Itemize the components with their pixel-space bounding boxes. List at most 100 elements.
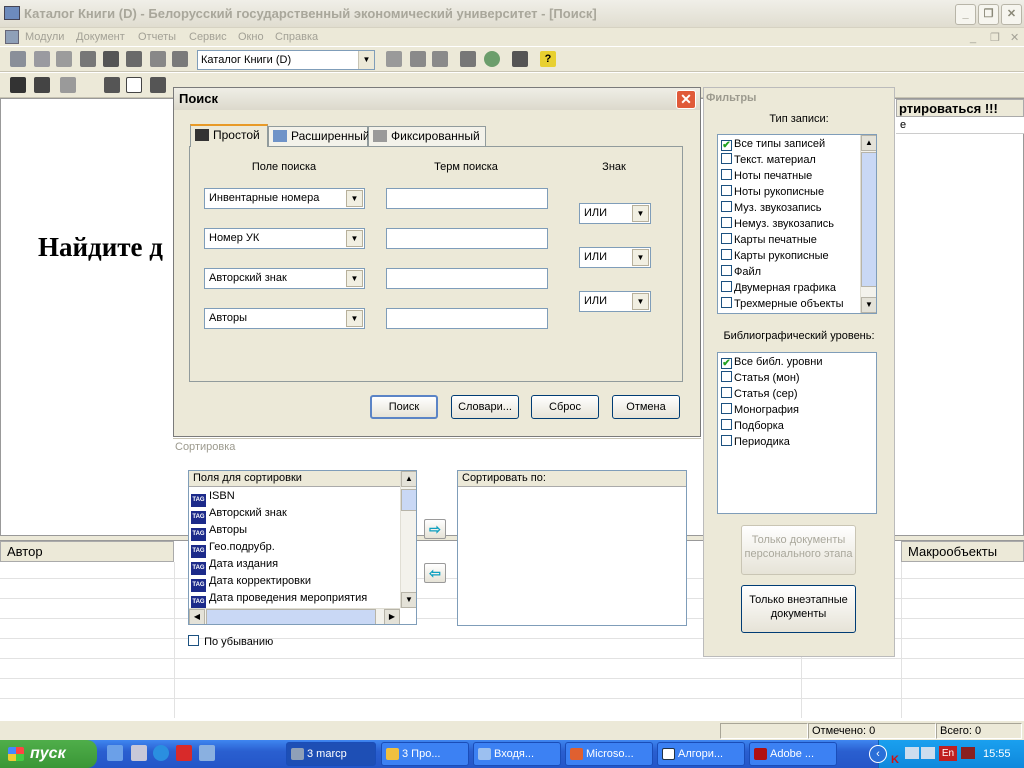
record-type-item[interactable]: Немуз. звукозапись (721, 216, 834, 232)
checkbox-checked[interactable]: ✔ (721, 140, 732, 151)
list-item[interactable]: TAG Дата проведения мероприятия (191, 590, 367, 609)
restore-button[interactable]: ❐ (978, 4, 999, 25)
record-type-item[interactable]: Файл (721, 264, 761, 280)
pen-icon[interactable] (386, 51, 402, 67)
record-type-item[interactable]: Карты рукописные (721, 248, 829, 264)
scroll-thumb[interactable] (401, 489, 416, 511)
search-field-combo-1[interactable]: Инвентарные номера ▼ (204, 188, 365, 209)
biblio-level-item[interactable]: Статья (мон) (721, 370, 800, 386)
tray-expand-icon[interactable]: ‹ (869, 745, 887, 763)
help-icon[interactable]: ? (540, 51, 556, 67)
column-author[interactable]: Автор (0, 541, 174, 562)
chevron-down-icon[interactable]: ▼ (346, 190, 363, 207)
checkbox-unchecked[interactable] (188, 635, 199, 646)
task-microsoft[interactable]: Microso... (565, 742, 653, 766)
close-window-button[interactable]: ✕ (1001, 4, 1022, 25)
network-icon[interactable] (905, 747, 919, 759)
checkbox-unchecked[interactable] (721, 153, 732, 164)
horizontal-scrollbar[interactable]: ◀ ▶ (189, 608, 400, 624)
forward-arrow-icon[interactable] (150, 77, 166, 93)
checkbox-unchecked[interactable] (721, 217, 732, 228)
chevron-down-icon[interactable]: ▼ (346, 310, 363, 327)
mdi-minimize-button[interactable]: _ (970, 29, 976, 47)
quicklaunch-icon[interactable] (199, 745, 215, 761)
scroll-up-icon[interactable]: ▲ (861, 135, 876, 151)
search-field-combo-2[interactable]: Номер УК ▼ (204, 228, 365, 249)
personal-stage-docs-button[interactable]: Только документы персонального этапа (741, 525, 856, 575)
biblio-level-item[interactable]: Монография (721, 402, 799, 418)
add-sort-arrow-icon[interactable]: ⇨ (424, 519, 446, 539)
task-word[interactable]: Алгори... (657, 742, 745, 766)
menu-modules[interactable]: Модули (25, 28, 64, 46)
record-type-item[interactable]: Карты печатные (721, 232, 817, 248)
checkbox-unchecked[interactable] (721, 233, 732, 244)
checkbox-unchecked[interactable] (721, 419, 732, 430)
dictionaries-button[interactable]: Словари... (451, 395, 519, 419)
remove-sort-arrow-icon[interactable]: ⇦ (424, 563, 446, 583)
tray-app-icon[interactable] (961, 747, 975, 759)
record-type-item[interactable]: Ноты печатные (721, 168, 812, 184)
minimize-button[interactable]: _ (955, 4, 976, 25)
column-macroobjects[interactable]: Макрообъекты (901, 541, 1024, 562)
catalog-icon[interactable] (80, 51, 96, 67)
menu-service[interactable]: Сервис (189, 28, 227, 46)
chevron-down-icon[interactable]: ▼ (632, 293, 649, 310)
list-item[interactable]: TAG Авторский знак (191, 505, 287, 524)
printer-icon[interactable] (512, 51, 528, 67)
module-icon[interactable] (10, 51, 26, 67)
binoculars-icon[interactable] (10, 77, 26, 93)
record-type-item[interactable]: ✔ Все типы записей (721, 136, 825, 152)
search-term-input-4[interactable] (386, 308, 548, 329)
acrobat-icon[interactable] (176, 745, 192, 761)
checkbox-unchecked[interactable] (721, 281, 732, 292)
catalog-combo[interactable]: Каталог Книги (D) ▼ (197, 50, 375, 70)
list-icon[interactable] (150, 51, 166, 67)
menu-window[interactable]: Окно (238, 28, 264, 46)
scroll-right-icon[interactable]: ▶ (384, 609, 400, 624)
menu-help[interactable]: Справка (275, 28, 318, 46)
globe-icon[interactable] (484, 51, 500, 67)
back-arrow-icon[interactable] (104, 77, 120, 93)
tab-extended[interactable]: Расширенный (268, 126, 370, 146)
checkbox-unchecked[interactable] (721, 403, 732, 414)
search-term-input-1[interactable] (386, 188, 548, 209)
reset-button[interactable]: Сброс (531, 395, 599, 419)
books-icon[interactable] (56, 51, 72, 67)
scroll-down-icon[interactable]: ▼ (861, 297, 876, 313)
checkbox-unchecked[interactable] (721, 185, 732, 196)
chevron-down-icon[interactable]: ▼ (346, 230, 363, 247)
archive-icon[interactable] (172, 51, 188, 67)
checkbox-unchecked[interactable] (721, 265, 732, 276)
record-type-list[interactable]: ✔ Все типы записей Текст. материал Ноты п… (717, 134, 877, 314)
descending-checkbox[interactable]: По убыванию (188, 635, 273, 648)
ie-icon[interactable] (153, 745, 169, 761)
start-button[interactable]: пуск (0, 740, 97, 768)
list-item[interactable]: TAG Дата издания (191, 556, 278, 575)
scroll-thumb[interactable] (206, 609, 376, 624)
network-icon-2[interactable] (921, 747, 935, 759)
scroll-thumb[interactable] (861, 152, 876, 287)
record-type-item[interactable]: Трехмерные объекты (721, 296, 843, 312)
search-button[interactable]: Поиск (370, 395, 438, 419)
find-doc-icon[interactable] (34, 77, 50, 93)
checkbox-unchecked[interactable] (721, 435, 732, 446)
external-docs-button[interactable]: Только внеэтапные документы (741, 585, 856, 633)
task-inbox[interactable]: Входя... (473, 742, 561, 766)
sort-fields-list[interactable]: Поля для сортировки TAG ISBN TAG Авторский… (188, 470, 417, 625)
task-adobe[interactable]: Adobe ... (749, 742, 837, 766)
checkbox-unchecked[interactable] (721, 201, 732, 212)
biblio-level-item[interactable]: Периодика (721, 434, 790, 450)
mdi-close-button[interactable]: ✕ (1010, 29, 1019, 47)
sign-combo-3[interactable]: ИЛИ ▼ (579, 291, 651, 312)
biblio-level-item[interactable]: Подборка (721, 418, 784, 434)
chevron-down-icon[interactable]: ▼ (358, 51, 374, 69)
print-preview-icon[interactable] (126, 51, 142, 67)
checkbox-unchecked[interactable] (721, 249, 732, 260)
task-marcp[interactable]: 3 marcp (286, 742, 376, 766)
search-term-input-2[interactable] (386, 228, 548, 249)
search-field-combo-3[interactable]: Авторский знак ▼ (204, 268, 365, 289)
checkbox-unchecked[interactable] (721, 387, 732, 398)
list-item[interactable]: TAG ISBN (191, 488, 235, 507)
record-type-item[interactable]: Текст. материал (721, 152, 816, 168)
close-icon[interactable]: ✕ (676, 90, 696, 109)
